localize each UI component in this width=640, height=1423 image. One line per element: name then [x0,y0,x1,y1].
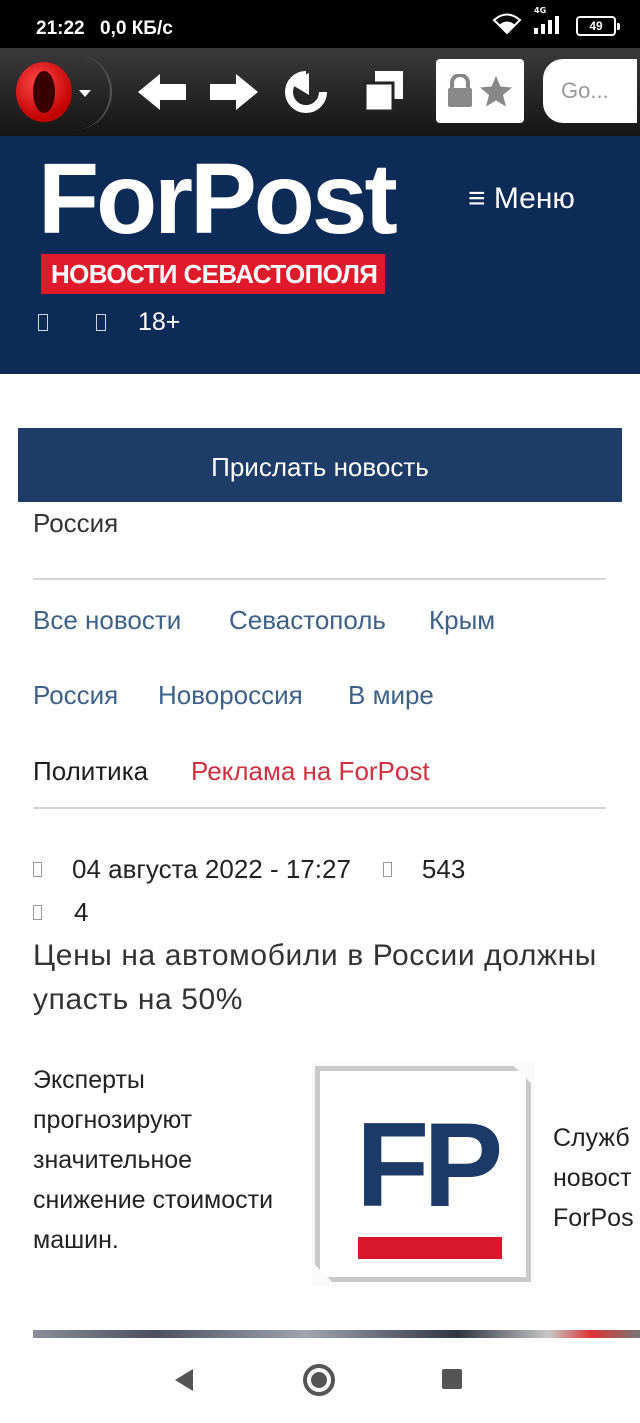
recents-icon[interactable] [442,1369,462,1389]
views-icon [382,861,392,877]
wifi-icon [492,13,522,39]
battery-icon: 49 [576,16,620,36]
image-caption-line: ForPos [553,1204,634,1232]
network-type-label: 4G [534,6,547,15]
nav-politics[interactable]: Политика [33,756,148,787]
image-caption-line: новост [553,1164,632,1192]
opera-logo-icon [16,62,72,122]
back-button[interactable] [136,66,188,118]
calendar-icon [33,861,42,877]
network-speed: 0,0 КБ/с [100,18,173,39]
article-image[interactable]: FP [312,1062,535,1286]
site-header: ForPost НОВОСТИ СЕВАСТОПОЛЯ ≡ Меню 18+ [0,136,640,374]
nav-crimea[interactable]: Крым [429,605,495,636]
fp-logo-frame: FP [315,1066,531,1282]
back-arrow-icon [138,74,186,110]
nav-all-news[interactable]: Все новости [33,605,181,636]
reload-button[interactable] [280,66,332,118]
missing-glyph-icon[interactable] [38,313,48,331]
nav-sevastopol[interactable]: Севастополь [229,605,386,636]
age-rating: 18+ [138,307,181,336]
home-icon[interactable] [303,1364,335,1396]
chevron-down-icon [79,90,91,97]
site-logo[interactable]: ForPost [38,140,398,258]
article-title[interactable]: Цены на автомобили в России должны упаст… [33,934,613,1022]
tabs-button[interactable] [358,66,410,118]
section-label: Россия [33,508,119,538]
article-comments: 4 [74,896,89,927]
reload-icon [285,71,327,113]
send-news-button[interactable]: Прислать новость [18,428,622,502]
image-caption: Служб новост ForPos [553,1118,640,1238]
header-meta: 18+ [38,304,180,340]
site-tagline: НОВОСТИ СЕВАСТОПОЛЯ [41,254,385,294]
divider [33,578,606,580]
status-icons: 4G 49 [492,6,620,40]
divider [33,807,606,809]
forward-arrow-icon [210,74,258,110]
star-icon[interactable] [479,75,513,107]
nav-russia[interactable]: Россия [33,680,118,711]
article-meta: 04 августа 2022 - 17:27 543 [33,852,465,886]
site-security-box[interactable] [436,59,524,123]
opera-menu-button[interactable] [0,48,112,136]
tabs-icon [363,71,403,113]
nav-ads[interactable]: Реклама на ForPost [191,756,430,787]
article-views: 543 [421,853,466,884]
browser-toolbar: Go... [0,48,640,136]
fp-logo-letters: FP [356,1098,503,1232]
missing-glyph-icon[interactable] [96,313,106,331]
nav-world[interactable]: В мире [348,680,434,711]
lock-icon [448,74,472,107]
menu-button[interactable]: ≡ Меню [468,182,575,216]
search-input[interactable]: Go... [543,59,637,123]
article-comments-row: 4 [33,895,88,929]
status-time: 21:22 [36,18,85,39]
fp-logo-bar [358,1237,502,1259]
article-date: 04 августа 2022 - 17:27 [72,853,351,884]
nav-novorossiya[interactable]: Новороссия [158,680,303,711]
cellular-signal-icon: 4G [532,6,566,40]
image-caption-line: Служб [553,1124,630,1152]
article-lead: Эксперты прогнозируют значительное сниже… [33,1066,274,1254]
android-nav-bar [0,1338,640,1423]
status-bar: 21:22 0,0 КБ/с 4G 49 [0,0,640,48]
back-icon[interactable] [175,1369,193,1391]
forward-button[interactable] [208,66,260,118]
comments-icon [33,904,42,920]
